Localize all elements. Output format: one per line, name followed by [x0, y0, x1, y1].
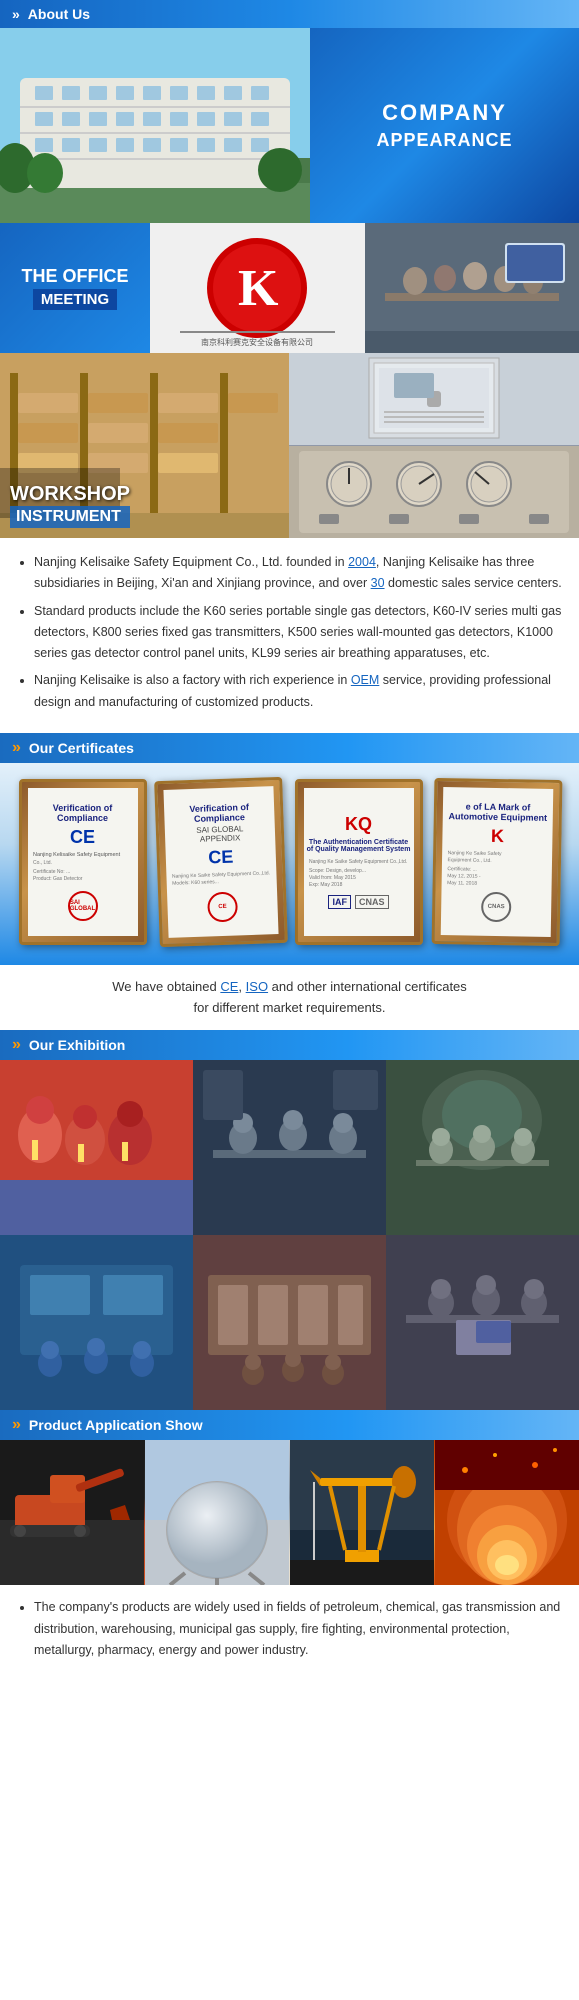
- exhibition-image-3: [386, 1060, 579, 1235]
- office-label-panel: THE OFFICE MEETING: [0, 223, 150, 353]
- iso-highlight: ISO: [246, 979, 268, 994]
- product-section: [0, 1440, 579, 1585]
- company-label-panel: COMPANY APPEARANCE: [310, 28, 579, 223]
- product-image-3: [290, 1440, 435, 1585]
- certificates-caption: We have obtained CE, ISO and other inter…: [0, 965, 579, 1031]
- description-item-1: Nanjing Kelisaike Safety Equipment Co., …: [34, 552, 563, 595]
- cabinet-image: [289, 353, 579, 446]
- about-us-header: » About Us: [0, 0, 579, 28]
- chevron-icon: »: [12, 6, 20, 22]
- certificates-chevron-icon: »: [12, 739, 21, 757]
- certificate-3: KQ The Authentication Certificateof Qual…: [295, 779, 423, 945]
- certificates-section: Verification of Compliance CE Nanjing Ke…: [0, 763, 579, 965]
- caption-text-2: ,: [238, 979, 245, 994]
- page-title: About Us: [28, 6, 90, 22]
- product-image-2: [145, 1440, 290, 1585]
- office-title: THE OFFICE: [22, 266, 129, 287]
- instrument-subtitle: INSTRUMENT: [10, 506, 130, 528]
- office-meeting-image: [365, 223, 579, 353]
- certificate-4: e of LA Mark ofAutomotive Equipment K Na…: [431, 778, 562, 946]
- office-meeting-section: THE OFFICE MEETING K 南京科利赛克安全设备有限公司: [0, 223, 579, 353]
- right-workshop-images: [289, 353, 579, 538]
- product-title: Product Application Show: [29, 1417, 203, 1433]
- ce-highlight: CE: [220, 979, 238, 994]
- office-images: K 南京科利赛克安全设备有限公司: [150, 223, 579, 353]
- company-label: COMPANY: [382, 100, 507, 126]
- product-chevron-icon: »: [12, 1416, 21, 1434]
- instrument-image: [289, 446, 579, 539]
- workshop-title: WORKSHOP: [10, 483, 130, 506]
- exhibition-title: Our Exhibition: [29, 1037, 125, 1053]
- exhibition-image-4: [0, 1235, 193, 1410]
- company-logo-image: K 南京科利赛克安全设备有限公司: [150, 223, 365, 353]
- highlight-year: 2004: [348, 555, 376, 569]
- company-description: Nanjing Kelisaike Safety Equipment Co., …: [0, 538, 579, 733]
- caption-text-1: We have obtained: [112, 979, 220, 994]
- svg-text:K: K: [238, 260, 279, 317]
- workshop-section: WORKSHOP INSTRUMENT: [0, 353, 579, 538]
- description-item-3: Nanjing Kelisaike is also a factory with…: [34, 670, 563, 713]
- exhibition-image-1: [0, 1060, 193, 1235]
- certificates-header: » Our Certificates: [0, 733, 579, 763]
- building-image: [0, 28, 310, 223]
- product-description-list: The company's products are widely used i…: [16, 1597, 563, 1661]
- exhibition-image-6: [386, 1235, 579, 1410]
- certificate-2: Verification of Compliance SAI GLOBALAPP…: [154, 777, 288, 947]
- product-description: The company's products are widely used i…: [0, 1585, 579, 1673]
- highlight-oem: OEM: [351, 673, 379, 687]
- product-description-item: The company's products are widely used i…: [34, 1597, 563, 1661]
- product-image-4: [434, 1440, 579, 1585]
- exhibition-chevron-icon: »: [12, 1036, 21, 1054]
- svg-text:南京科利赛克安全设备有限公司: 南京科利赛克安全设备有限公司: [201, 337, 313, 347]
- appearance-label: APPEARANCE: [376, 130, 512, 151]
- workshop-label: WORKSHOP INSTRUMENT: [10, 483, 130, 528]
- exhibition-image-5: [193, 1235, 386, 1410]
- certificate-1: Verification of Compliance CE Nanjing Ke…: [19, 779, 147, 945]
- exhibition-section: [0, 1060, 579, 1410]
- meeting-subtitle: MEETING: [33, 289, 117, 310]
- product-image-1: [0, 1440, 145, 1585]
- description-list: Nanjing Kelisaike Safety Equipment Co., …: [16, 552, 563, 713]
- highlight-count: 30: [371, 576, 385, 590]
- exhibition-header: » Our Exhibition: [0, 1030, 579, 1060]
- exhibition-image-2: [193, 1060, 386, 1235]
- certificates-title: Our Certificates: [29, 740, 134, 756]
- company-appearance-section: COMPANY APPEARANCE: [0, 28, 579, 223]
- description-item-2: Standard products include the K60 series…: [34, 601, 563, 665]
- product-header: » Product Application Show: [0, 1410, 579, 1440]
